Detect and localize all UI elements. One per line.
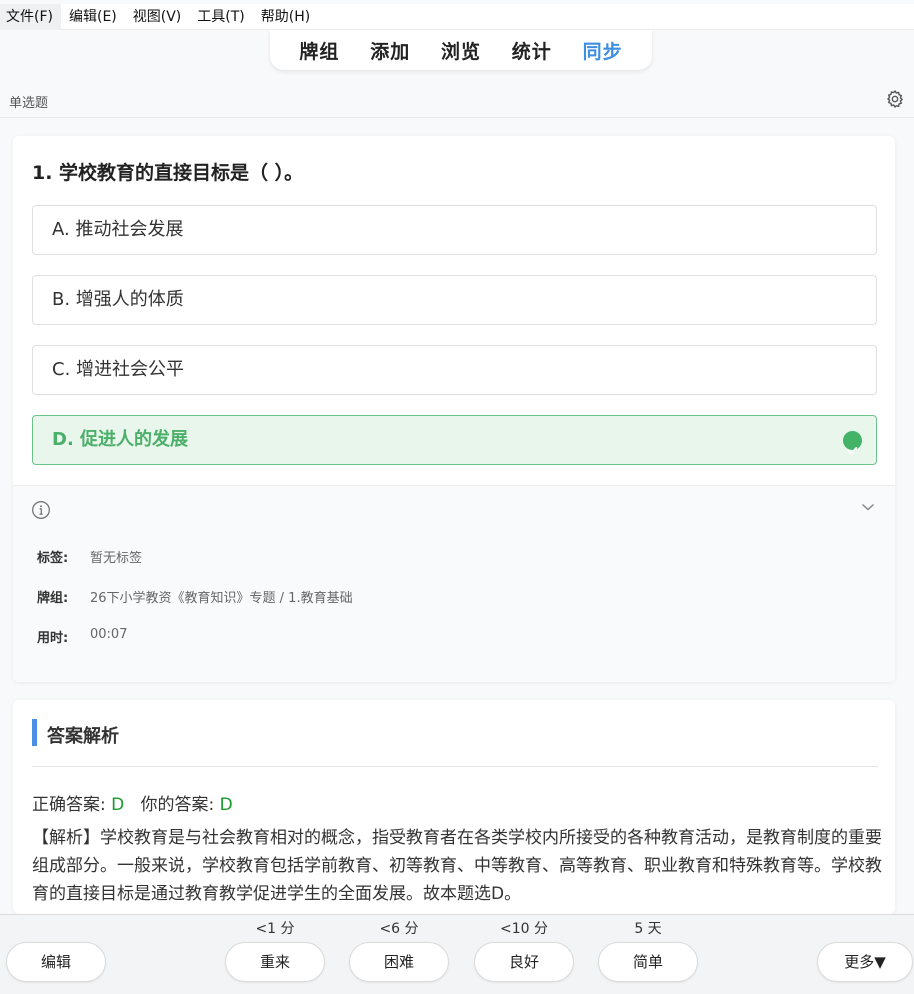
- answer-card: 答案解析 正确答案: D 你的答案: D 【解析】学校教育是与社会教育相对的概念…: [13, 700, 895, 914]
- heading-accent-bar: [32, 719, 37, 746]
- again-button[interactable]: 重来: [225, 942, 325, 982]
- explanation-text: 【解析】学校教育是与社会教育相对的概念，指受教育者在各类学校内所接受的各种教育活…: [32, 828, 882, 904]
- hard-button[interactable]: 困难: [349, 942, 449, 982]
- option-c-label: C. 增进社会公平: [52, 359, 185, 380]
- correct-answer-label: 正确答案:: [32, 795, 106, 815]
- meta-deck: 牌组: 26下小学教资《教育知识》专题 / 1.教育基础: [37, 587, 353, 606]
- info-icon[interactable]: [31, 500, 51, 520]
- option-c[interactable]: C. 增进社会公平: [32, 345, 877, 395]
- question-title: 1. 学校教育的直接目标是（ ）。: [32, 162, 304, 184]
- menu-help[interactable]: 帮助(H): [253, 4, 318, 30]
- tags-value: 暂无标签: [90, 551, 143, 566]
- tab-browse[interactable]: 浏览: [441, 37, 481, 64]
- meta-tags: 标签: 暂无标签: [37, 547, 142, 566]
- check-circle-icon: [843, 431, 862, 455]
- deck-value: 26下小学教资《教育知识》专题 / 1.教育基础: [90, 591, 353, 606]
- your-answer-value: D: [219, 795, 233, 815]
- review-bar: 编辑 <1 分 重来 <6 分 困难 <10 分 良好 5 天 简单 更多▼: [0, 914, 914, 994]
- tags-label: 标签:: [37, 551, 69, 566]
- time-value: 00:07: [90, 627, 128, 642]
- answer-summary: 正确答案: D 你的答案: D: [32, 790, 233, 815]
- option-d[interactable]: D. 促进人的发展: [32, 415, 877, 465]
- easy-button[interactable]: 简单: [598, 942, 698, 982]
- again-interval: <1 分: [255, 921, 295, 937]
- time-label: 用时:: [37, 631, 69, 646]
- tab-stats[interactable]: 统计: [512, 37, 552, 64]
- menu-file[interactable]: 文件(F): [0, 3, 61, 30]
- gear-icon[interactable]: [885, 89, 905, 109]
- good-interval: <10 分: [500, 921, 548, 937]
- your-answer-label: 你的答案:: [140, 795, 215, 815]
- hard-interval: <6 分: [379, 921, 419, 937]
- tab-add[interactable]: 添加: [370, 37, 410, 64]
- menu-bar: 文件(F) 编辑(E) 视图(V) 工具(T) 帮助(H): [0, 3, 914, 30]
- correct-answer-value: D: [111, 795, 125, 815]
- top-nav: 牌组 添加 浏览 统计 同步: [270, 30, 652, 70]
- tab-sync[interactable]: 同步: [583, 37, 623, 64]
- good-button[interactable]: 良好: [474, 942, 574, 982]
- option-a[interactable]: A. 推动社会发展: [32, 205, 877, 255]
- more-button[interactable]: 更多▼: [817, 942, 913, 982]
- meta-time: 用时: 00:07: [37, 627, 127, 646]
- divider: [32, 766, 878, 767]
- option-a-label: A. 推动社会发展: [52, 219, 184, 240]
- card-info-panel: 标签: 暂无标签 牌组: 26下小学教资《教育知识》专题 / 1.教育基础 用时…: [13, 485, 895, 682]
- question-card: 1. 学校教育的直接目标是（ ）。 A. 推动社会发展 B. 增强人的体质 C.…: [13, 136, 895, 682]
- edit-button[interactable]: 编辑: [6, 942, 106, 982]
- option-b[interactable]: B. 增强人的体质: [32, 275, 877, 325]
- card-type-label: 单选题: [9, 96, 49, 111]
- option-d-label: D. 促进人的发展: [52, 429, 189, 450]
- option-b-label: B. 增强人的体质: [52, 289, 184, 310]
- card-type-header: 单选题: [0, 82, 914, 118]
- tab-decks[interactable]: 牌组: [299, 37, 339, 64]
- easy-interval: 5 天: [634, 921, 662, 937]
- answer-heading: 答案解析: [47, 726, 119, 747]
- menu-view[interactable]: 视图(V): [125, 4, 190, 30]
- chevron-down-icon[interactable]: [861, 502, 875, 512]
- deck-label: 牌组:: [37, 591, 69, 606]
- menu-edit[interactable]: 编辑(E): [61, 4, 125, 30]
- menu-tools[interactable]: 工具(T): [189, 4, 252, 30]
